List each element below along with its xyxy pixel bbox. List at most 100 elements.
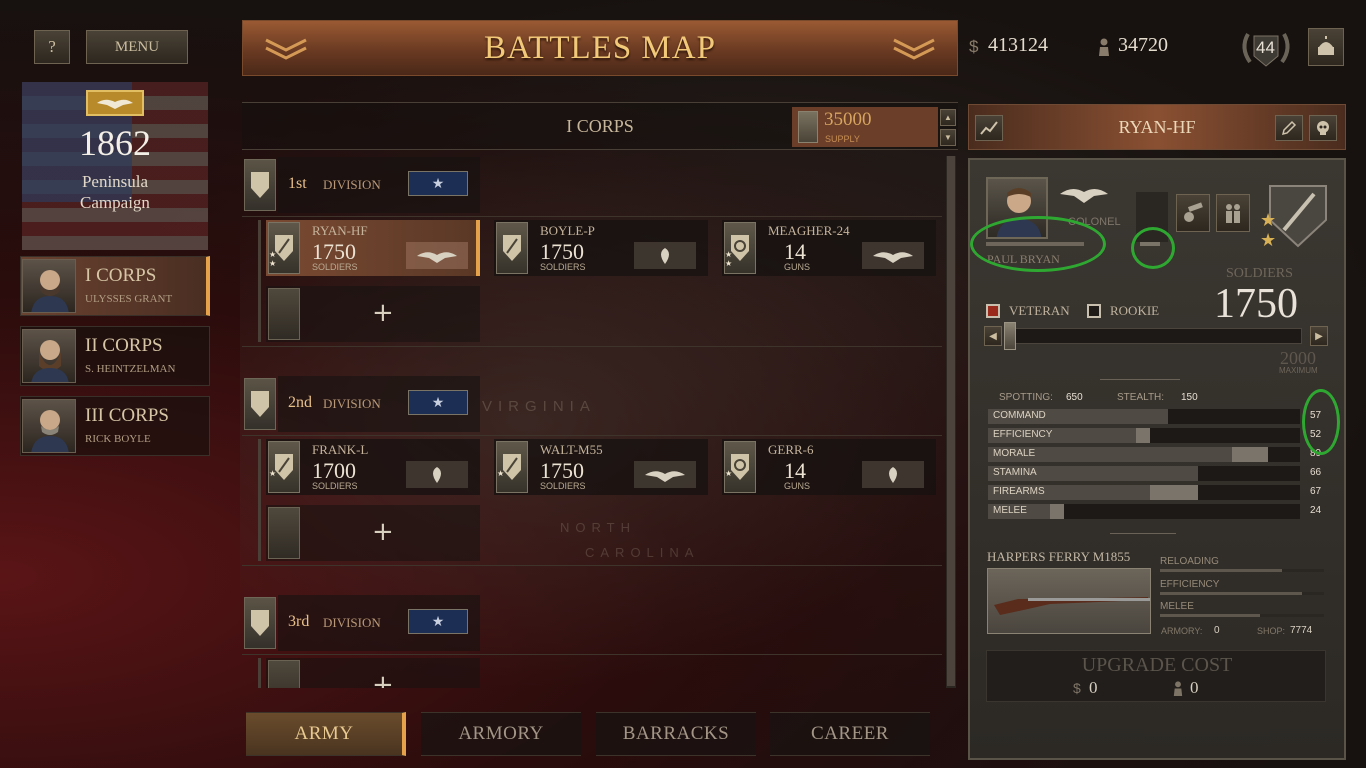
eagle-badge-icon [86, 90, 144, 116]
campaign-name-line1: Peninsula [81, 172, 149, 191]
tab-barracks[interactable]: BARRACKS [596, 712, 756, 756]
unit-card-frank-l[interactable]: ★ FRANK-L 1700 SOLDIERS [266, 439, 480, 495]
upgrade-button[interactable]: UPGRADE COST $ 0 0 [986, 650, 1326, 702]
eagle-rank-icon [406, 242, 468, 269]
chart-icon [980, 121, 998, 135]
corps-item-3[interactable]: III CORPS RICK BOYLE [20, 396, 210, 456]
armory-value: 0 [1214, 625, 1220, 636]
empty-unit-icon [268, 288, 300, 340]
rookie-checkbox[interactable] [1087, 304, 1101, 318]
stat-label: FIREARMS [993, 486, 1045, 497]
weapon-stat-fill [1160, 569, 1282, 572]
tab-career[interactable]: CAREER [770, 712, 930, 756]
help-label: ? [48, 37, 56, 56]
slider-right-button[interactable]: ▶ [1310, 326, 1328, 346]
unit-type-icon [496, 441, 528, 493]
shop-label: SHOP: [1257, 626, 1286, 636]
division-header-3[interactable]: 3rd DIVISION ★ [242, 595, 942, 651]
unit-card-ryan-hf[interactable]: ★ ★ RYAN-HF 1750 SOLDIERS [266, 220, 480, 276]
division-label: DIVISION [323, 615, 381, 630]
soldier-icon [1099, 38, 1109, 56]
unit-type: SOLDIERS [540, 262, 586, 272]
division-number: 1st [288, 175, 307, 192]
unit-type-icon [496, 222, 528, 274]
leaf-rank-icon [406, 461, 468, 488]
divider [242, 654, 942, 655]
unit-card-boyle-p[interactable]: BOYLE-P 1750 SOLDIERS [494, 220, 708, 276]
soldiers-perk-icon[interactable] [1216, 194, 1250, 232]
plus-icon: + [372, 670, 394, 688]
corps-name: II CORPS [85, 335, 163, 356]
add-unit-slot[interactable]: + [266, 505, 480, 561]
svg-text:★: ★ [1260, 210, 1276, 231]
weapon-stat-bar [1160, 569, 1324, 572]
max-label: MAXIMUM [1279, 366, 1318, 375]
divider [242, 565, 942, 566]
unit-card-gerr-6[interactable]: ★ GERR-6 14 GUNS [722, 439, 936, 495]
eagle-rank-icon [862, 242, 924, 269]
unit-card-meagher-24[interactable]: ★ ★ MEAGHER-24 14 GUNS [722, 220, 936, 276]
armory-label: ARMORY: [1161, 626, 1203, 636]
stat-bonus-fill [1136, 428, 1150, 443]
weapon-stat-label: MELEE [1160, 601, 1194, 612]
unit-name: MEAGHER-24 [768, 223, 850, 238]
corps-item-1[interactable]: I CORPS ULYSSES GRANT [20, 256, 210, 316]
highlight-officer-name [970, 216, 1106, 272]
scrollbar-thumb[interactable] [947, 156, 955, 686]
help-button[interactable]: ? [34, 30, 70, 64]
rank-stars-icon: ★ [497, 469, 505, 478]
page-title: BATTLES MAP [484, 29, 716, 66]
unit-name: RYAN-HF [312, 223, 368, 238]
corps-commander: RICK BOYLE [85, 433, 151, 445]
menu-button[interactable]: MENU [86, 30, 188, 64]
supply-box: 35000 SUPPLY [792, 107, 938, 147]
divider [242, 435, 942, 436]
veteran-label: VETERAN [1009, 303, 1070, 318]
soldiers-slider-track[interactable] [1004, 328, 1302, 344]
weapon-stat-label: RELOADING [1160, 556, 1219, 567]
rename-button[interactable] [1275, 115, 1303, 141]
artillery-perk-icon[interactable] [1176, 194, 1210, 232]
unit-name: GERR-6 [768, 442, 814, 457]
unit-card-walt-m55[interactable]: ★ WALT-M55 1750 SOLDIERS [494, 439, 708, 495]
tab-army[interactable]: ARMY [246, 712, 406, 756]
map-label-north: NORTH [560, 520, 636, 535]
unit-type: GUNS [784, 481, 811, 491]
chevron-down-icon[interactable] [263, 37, 309, 61]
stealth-label: STEALTH: [1117, 392, 1165, 403]
stats-graph-button[interactable] [975, 115, 1003, 141]
capitol-button[interactable] [1308, 28, 1344, 66]
stealth-value: 150 [1181, 392, 1198, 403]
chevron-down-icon[interactable] [891, 37, 937, 61]
stat-morale: MORALE [988, 447, 1300, 462]
leaf-rank-icon [634, 242, 696, 269]
empty-unit-icon [268, 660, 300, 688]
add-unit-slot[interactable]: + [266, 658, 480, 688]
supply-decrease-button[interactable]: ▼ [940, 129, 956, 146]
corps-item-2[interactable]: II CORPS S. HEINTZELMAN [20, 326, 210, 386]
soldiers-slider-handle[interactable] [1004, 322, 1016, 350]
rank-stars-icon: ★ [269, 469, 277, 478]
slider-left-button[interactable]: ◀ [984, 326, 1002, 346]
division-header-1[interactable]: 1st DIVISION ★ [242, 157, 942, 213]
veteran-checkbox[interactable] [986, 304, 1000, 318]
weapon-stat-label: EFFICIENCY [1160, 579, 1220, 590]
stat-label: COMMAND [993, 410, 1046, 421]
unit-panel-header: RYAN-HF [968, 104, 1346, 150]
disband-button[interactable] [1309, 115, 1337, 141]
add-unit-slot[interactable]: + [266, 286, 480, 342]
stat-bonus-fill [1050, 504, 1064, 519]
division-flag-icon: ★ [408, 171, 468, 196]
supply-increase-button[interactable]: ▲ [940, 109, 956, 126]
rank-stars-icon: ★ ★ [269, 250, 277, 268]
soldiers-count: 1750 [1214, 281, 1298, 327]
division-header-2[interactable]: 2nd DIVISION ★ [242, 376, 942, 432]
ornament-divider [1110, 533, 1176, 534]
menu-label: MENU [114, 38, 160, 55]
stat-label: STAMINA [993, 467, 1037, 478]
stat-bonus-fill [1232, 447, 1268, 462]
weapon-image[interactable] [987, 568, 1151, 634]
tab-armory[interactable]: ARMORY [421, 712, 581, 756]
money-value: 413124 [988, 34, 1048, 56]
supply-value: 35000 [824, 109, 872, 130]
